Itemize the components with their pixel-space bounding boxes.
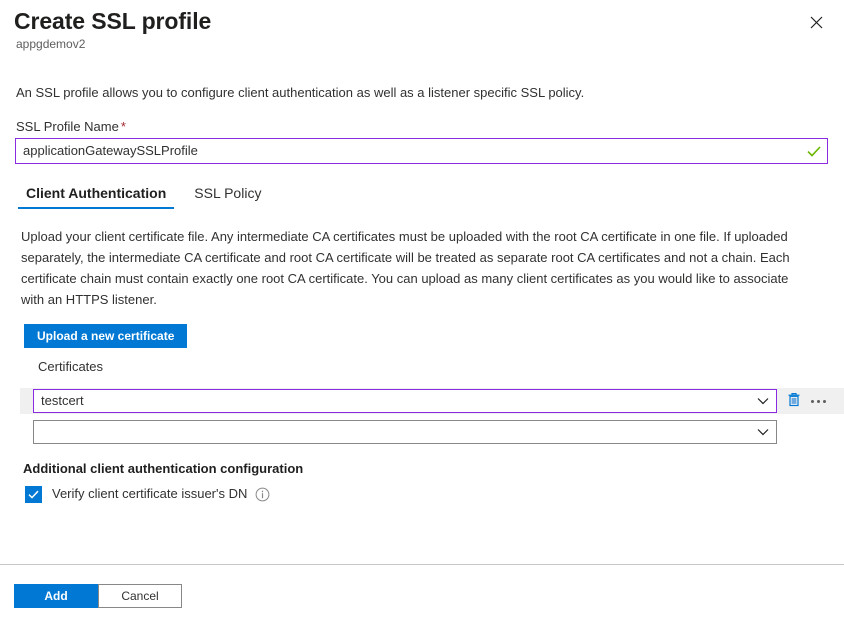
certificate-select[interactable] (33, 420, 777, 444)
delete-certificate-button[interactable] (783, 390, 805, 412)
close-button[interactable] (802, 8, 830, 36)
blade-footer: Add Cancel (0, 564, 844, 622)
tab-ssl-policy[interactable]: SSL Policy (186, 184, 269, 209)
certificate-row (20, 419, 844, 445)
certificate-row: testcert (20, 388, 844, 414)
cancel-button[interactable]: Cancel (98, 584, 182, 608)
trash-icon (787, 392, 801, 410)
info-icon[interactable] (255, 487, 270, 502)
certificate-select[interactable]: testcert (33, 389, 777, 413)
chevron-down-icon (750, 421, 776, 443)
ellipsis-dot-icon (817, 400, 820, 403)
page-subtitle: appgdemov2 (16, 36, 85, 52)
blade-body: An SSL profile allows you to configure c… (0, 66, 844, 565)
page-title: Create SSL profile (14, 6, 211, 36)
additional-config-title: Additional client authentication configu… (23, 460, 303, 478)
tab-list: Client Authentication SSL Policy (18, 184, 281, 212)
required-asterisk: * (121, 119, 126, 134)
upload-new-certificate-button[interactable]: Upload a new certificate (24, 324, 187, 348)
profile-name-input[interactable] (16, 139, 801, 163)
certificate-row-actions (783, 390, 829, 412)
chevron-down-icon (750, 390, 776, 412)
blade-header: Create SSL profile appgdemov2 (0, 0, 844, 66)
tab-ssl-policy-label: SSL Policy (194, 185, 261, 201)
tab-client-authentication-label: Client Authentication (26, 185, 166, 201)
verify-issuer-dn-checkbox[interactable] (25, 486, 42, 503)
close-icon (810, 16, 823, 29)
profile-name-input-wrapper[interactable] (15, 138, 828, 164)
verify-issuer-dn-checkbox-row[interactable]: Verify client certificate issuer's DN (25, 485, 270, 503)
more-options-button[interactable] (807, 390, 829, 412)
ellipsis-dot-icon (811, 400, 814, 403)
tab-client-authentication[interactable]: Client Authentication (18, 184, 174, 209)
ellipsis-dot-icon (823, 400, 826, 403)
valid-check-icon (801, 139, 827, 163)
certificates-label: Certificates (38, 358, 103, 376)
intro-description: An SSL profile allows you to configure c… (16, 84, 584, 102)
certificate-select-value: testcert (34, 390, 750, 412)
profile-name-label: SSL Profile Name* (16, 118, 126, 136)
client-authentication-description: Upload your client certificate file. Any… (21, 226, 811, 310)
profile-name-label-text: SSL Profile Name (16, 119, 119, 134)
verify-issuer-dn-label: Verify client certificate issuer's DN (52, 485, 247, 503)
add-button[interactable]: Add (14, 584, 98, 608)
